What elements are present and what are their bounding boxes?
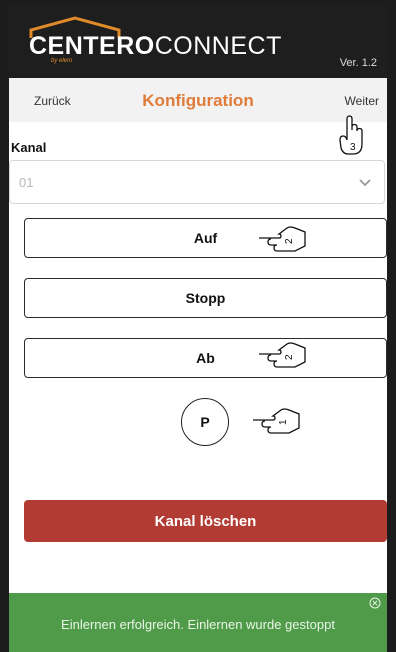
logo-wordmark: CENTEROCONNECT xyxy=(29,32,282,61)
next-button[interactable]: Weiter xyxy=(345,94,379,108)
version-label: Ver. 1.2 xyxy=(339,57,377,69)
pointing-hand-down-hint-icon: 2 xyxy=(259,342,306,368)
delete-channel-label: Kanal löschen xyxy=(154,512,257,530)
logo-light-text: CONNECT xyxy=(154,32,282,60)
stop-button-label: Stopp xyxy=(185,290,226,306)
chevron-down-icon xyxy=(359,179,371,187)
pointer-hand-icon: 3 xyxy=(339,115,363,155)
navigation-bar: Zurück Konfiguration Weiter xyxy=(9,78,387,122)
channel-select[interactable]: 01 xyxy=(9,160,385,204)
app-header: CENTEROCONNECT by elero Ver. 1.2 xyxy=(9,4,387,78)
program-button[interactable]: P xyxy=(181,398,229,446)
down-button[interactable]: Ab xyxy=(24,338,387,378)
program-button-label: P xyxy=(200,414,210,430)
channel-selected-value: 01 xyxy=(19,175,34,190)
app-screen: CENTEROCONNECT by elero Ver. 1.2 Zurück … xyxy=(9,4,387,652)
success-toast: Einlernen erfolgreich. Einlernen wurde g… xyxy=(9,593,387,652)
pointing-hand-up-hint-icon: 2 xyxy=(259,226,306,252)
down-button-label: Ab xyxy=(196,350,215,366)
pointing-hand-program-hint-icon: 1 xyxy=(253,408,300,434)
close-icon[interactable] xyxy=(369,597,381,609)
toast-message: Einlernen erfolgreich. Einlernen wurde g… xyxy=(61,617,335,632)
delete-channel-button[interactable]: Kanal löschen xyxy=(24,500,387,542)
stop-button[interactable]: Stopp xyxy=(24,278,387,318)
logo-bold-text: CENTERO xyxy=(29,32,155,60)
pointer-step-number: 3 xyxy=(350,142,356,153)
logo-subtitle: by elero xyxy=(51,58,73,64)
page-title: Konfiguration xyxy=(142,91,254,110)
up-hint-step-number: 2 xyxy=(284,238,295,244)
up-button[interactable]: Auf xyxy=(24,218,387,258)
down-hint-step-number: 2 xyxy=(284,354,295,360)
up-button-label: Auf xyxy=(193,230,218,246)
program-hint-step-number: 1 xyxy=(278,419,289,425)
channel-label: Kanal xyxy=(11,140,47,155)
